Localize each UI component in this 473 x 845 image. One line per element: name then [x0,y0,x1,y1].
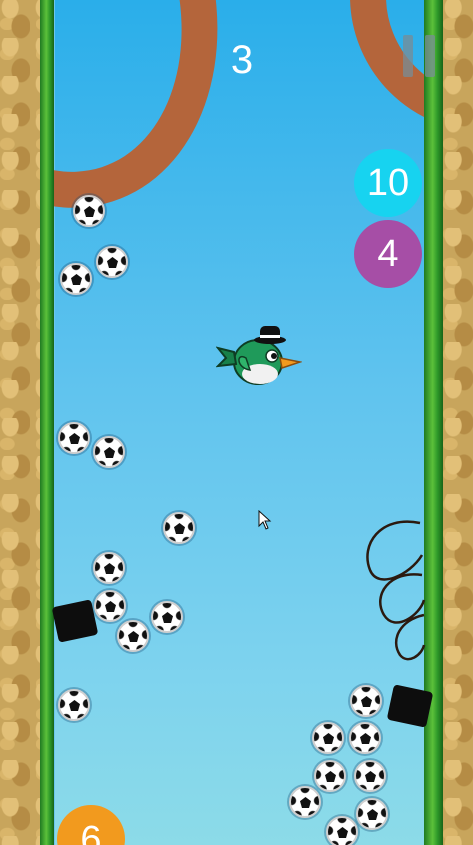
soccer-ball-icon [354,760,386,792]
soccer-ball-icon [58,422,90,454]
stone-wall-right [443,0,473,845]
soccer-ball-icon [93,436,125,468]
soccer-ball-icon [356,798,388,830]
soccer-ball-icon [350,685,382,717]
soccer-ball-icon [312,722,344,754]
pause-icon[interactable] [403,35,437,77]
soccer-ball-icon [151,601,183,633]
soccer-ball-icon [349,722,381,754]
barbed-wire-icon [366,520,426,661]
soccer-ball-icon [96,246,128,278]
soccer-ball-icon [326,816,358,845]
soccer-ball-icon [93,552,125,584]
mouse-cursor-icon [258,510,272,530]
soccer-ball-icon [289,786,321,818]
soccer-ball-icon [73,195,105,227]
badge-10: 10 [354,149,422,217]
vine-left [40,0,54,845]
soccer-ball-icon [94,590,126,622]
stone-wall-left [0,0,41,845]
soccer-ball-icon [58,689,90,721]
badge-4: 4 [354,220,422,288]
soccer-ball-icon [163,512,195,544]
soccer-ball-icon [117,620,149,652]
game-stage[interactable]: 3 10 4 6 [0,0,473,845]
score-counter: 3 [230,38,254,82]
soccer-ball-icon [60,263,92,295]
green-bird-with-hat-icon[interactable] [216,322,302,390]
